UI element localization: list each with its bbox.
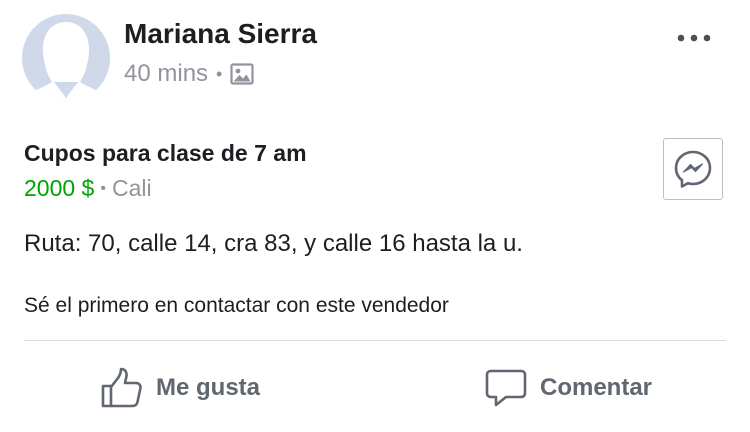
listing-title: Cupos para clase de 7 am [24, 140, 307, 166]
post-timestamp[interactable]: 40 mins [124, 60, 208, 88]
post-meta: 40 mins • [124, 60, 254, 88]
listing-price: 2000 $ [24, 175, 95, 201]
messenger-icon [674, 150, 712, 188]
comment-bubble-icon [485, 369, 527, 407]
default-avatar-silhouette-icon [22, 14, 110, 102]
like-label: Me gusta [156, 374, 261, 401]
more-options-button[interactable] [674, 26, 714, 50]
like-button[interactable]: Me gusta [100, 362, 260, 414]
contact-hint: Sé el primero en contactar con este vend… [24, 294, 449, 317]
message-seller-button[interactable] [663, 138, 723, 200]
listing-location: Cali [111, 175, 152, 201]
thumbs-up-icon [101, 367, 142, 408]
comment-label: Comentar [540, 374, 653, 401]
listing-separator: • [100, 179, 106, 197]
listing-description: Ruta: 70, calle 14, cra 83, y calle 16 h… [24, 230, 523, 257]
comment-button[interactable]: Comentar [484, 362, 652, 414]
more-horizontal-icon [677, 34, 711, 42]
author-name[interactable]: Mariana Sierra [124, 18, 317, 50]
divider [24, 340, 726, 341]
listing-meta: 2000 $ • Cali [24, 175, 152, 202]
avatar[interactable] [22, 14, 110, 102]
photo-icon [230, 63, 254, 85]
meta-separator: • [216, 63, 223, 84]
